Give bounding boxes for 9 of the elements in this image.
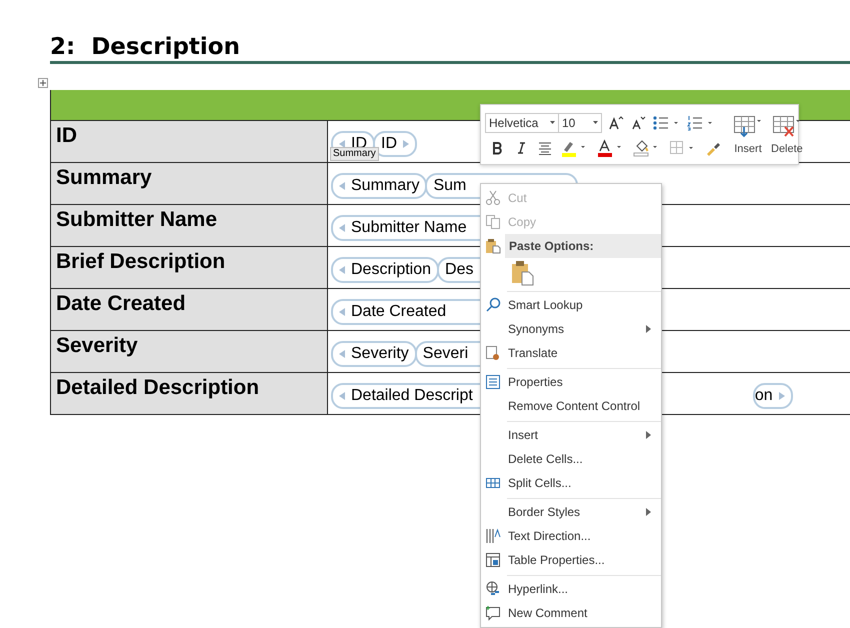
field-label: Submitter Name (51, 205, 328, 246)
field-label: Detailed Description (51, 373, 328, 414)
field-label: ID (51, 121, 328, 162)
field-label: Summary (51, 163, 328, 204)
field-label: Date Created (51, 289, 328, 330)
section-heading: 2: Description (50, 33, 240, 62)
field-label: Severity (51, 331, 328, 372)
field-label: Brief Description (51, 247, 328, 288)
content-control-tooltip: Summary (330, 147, 379, 161)
